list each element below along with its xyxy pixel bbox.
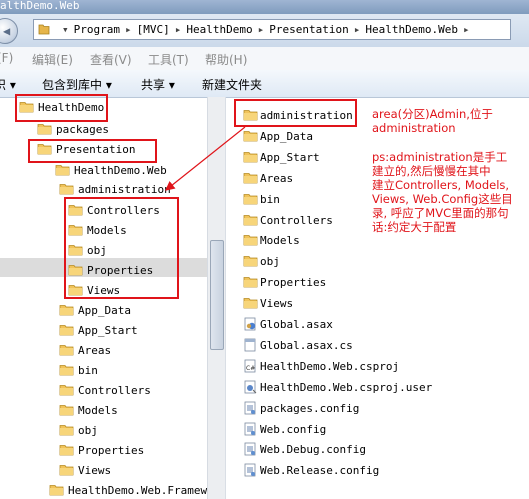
note-line: ps:administration是手工 [372, 150, 508, 164]
annotation-note-explanation: ps:administration是手工 建立的,然后慢慢在其中 建立Contr… [372, 150, 513, 234]
note-line: 建立的,然后慢慢在其中 [372, 164, 491, 178]
note-line: 录, 呼应了MVC里面的那句 [372, 206, 509, 220]
annotation-arrow [165, 126, 246, 191]
note-line: Views, Web.Config这些目 [372, 192, 513, 206]
note-line: administration [372, 121, 456, 135]
annotation-note-area: area(分区)Admin,位于 administration [372, 107, 493, 135]
note-line: 建立Controllers, Models, [372, 178, 510, 192]
note-line: 话:约定大于配置 [372, 220, 457, 234]
note-line: area(分区)Admin,位于 [372, 107, 493, 121]
